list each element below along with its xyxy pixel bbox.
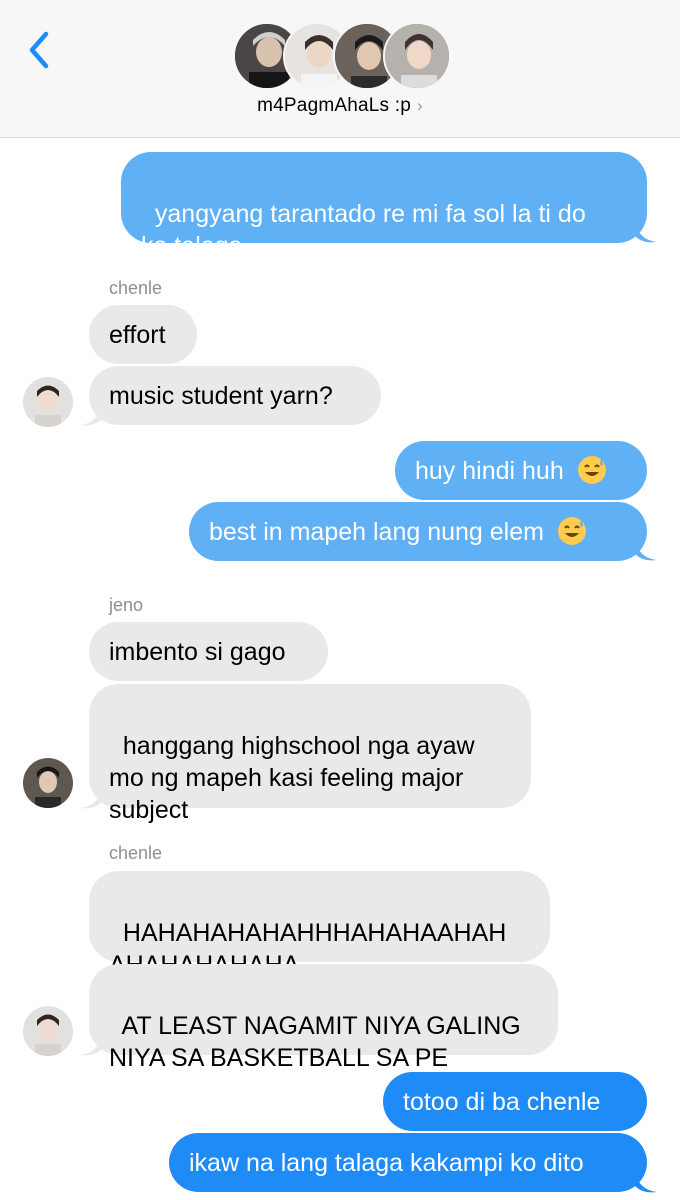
message-text: best in mapeh lang nung elem xyxy=(209,518,544,546)
bubble-tail xyxy=(635,540,657,561)
bubble-tail xyxy=(80,788,102,809)
conversation-header: m4PagmAhaLs :p › xyxy=(0,0,680,138)
group-name[interactable]: m4PagmAhaLs :p › xyxy=(0,95,680,117)
message-text: huy hindi huh xyxy=(415,457,564,485)
incoming-message-bubble[interactable]: imbento si gago xyxy=(89,622,328,681)
message-text: AT LEAST NAGAMIT NIYA GALING NIYA SA BAS… xyxy=(109,1012,521,1072)
message-text: yangyang tarantado re mi fa sol la ti do… xyxy=(141,200,586,260)
bubble-tail xyxy=(635,222,657,243)
chenle-avatar[interactable] xyxy=(23,377,73,427)
bubble-tail xyxy=(80,405,102,426)
message-text: effort xyxy=(109,321,166,349)
sender-name: chenle xyxy=(109,843,163,863)
bubble-tail xyxy=(635,1172,657,1193)
sender-name: jeno xyxy=(109,595,144,615)
message-text: totoo di ba chenle xyxy=(403,1088,601,1116)
message-text: ikaw na lang talaga kakampi ko dito xyxy=(189,1149,584,1177)
outgoing-message-bubble[interactable]: yangyang tarantado re mi fa sol la ti do… xyxy=(121,152,647,260)
message-text: hanggang highschool nga ayaw mo ng mapeh… xyxy=(109,732,475,824)
incoming-message-bubble[interactable]: effort xyxy=(89,305,197,364)
incoming-message-bubble[interactable]: music student yarn? xyxy=(89,366,381,425)
outgoing-message-bubble[interactable]: huy hindi huh xyxy=(395,441,647,500)
outgoing-message-bubble[interactable]: best in mapeh lang nung elem xyxy=(189,502,647,561)
member-avatar xyxy=(383,22,451,90)
sweat-smile-emoji-icon xyxy=(577,456,606,484)
incoming-message-bubble[interactable]: HAHAHAHAHAHHHAHAHAAHAH AHAHAHAHAHA xyxy=(89,871,550,979)
message-text: imbento si gago xyxy=(109,638,286,666)
back-chevron-icon[interactable] xyxy=(22,28,58,72)
sweat-smile-emoji-icon xyxy=(557,517,586,545)
outgoing-message-bubble[interactable]: ikaw na lang talaga kakampi ko dito xyxy=(169,1133,647,1192)
outgoing-message-bubble[interactable]: totoo di ba chenle xyxy=(383,1072,647,1131)
chevron-right-icon: › xyxy=(416,96,423,115)
incoming-message-bubble[interactable]: hanggang highschool nga ayaw mo ng mapeh… xyxy=(89,684,531,824)
bubble-tail xyxy=(80,1035,102,1056)
chenle-avatar[interactable] xyxy=(23,1006,73,1056)
message-text: music student yarn? xyxy=(109,382,333,410)
group-avatars[interactable] xyxy=(233,22,451,90)
group-name-text: m4PagmAhaLs :p xyxy=(257,95,411,116)
sender-name: chenle xyxy=(109,278,163,298)
jeno-avatar[interactable] xyxy=(23,758,73,808)
incoming-message-bubble[interactable]: AT LEAST NAGAMIT NIYA GALING NIYA SA BAS… xyxy=(89,964,558,1072)
